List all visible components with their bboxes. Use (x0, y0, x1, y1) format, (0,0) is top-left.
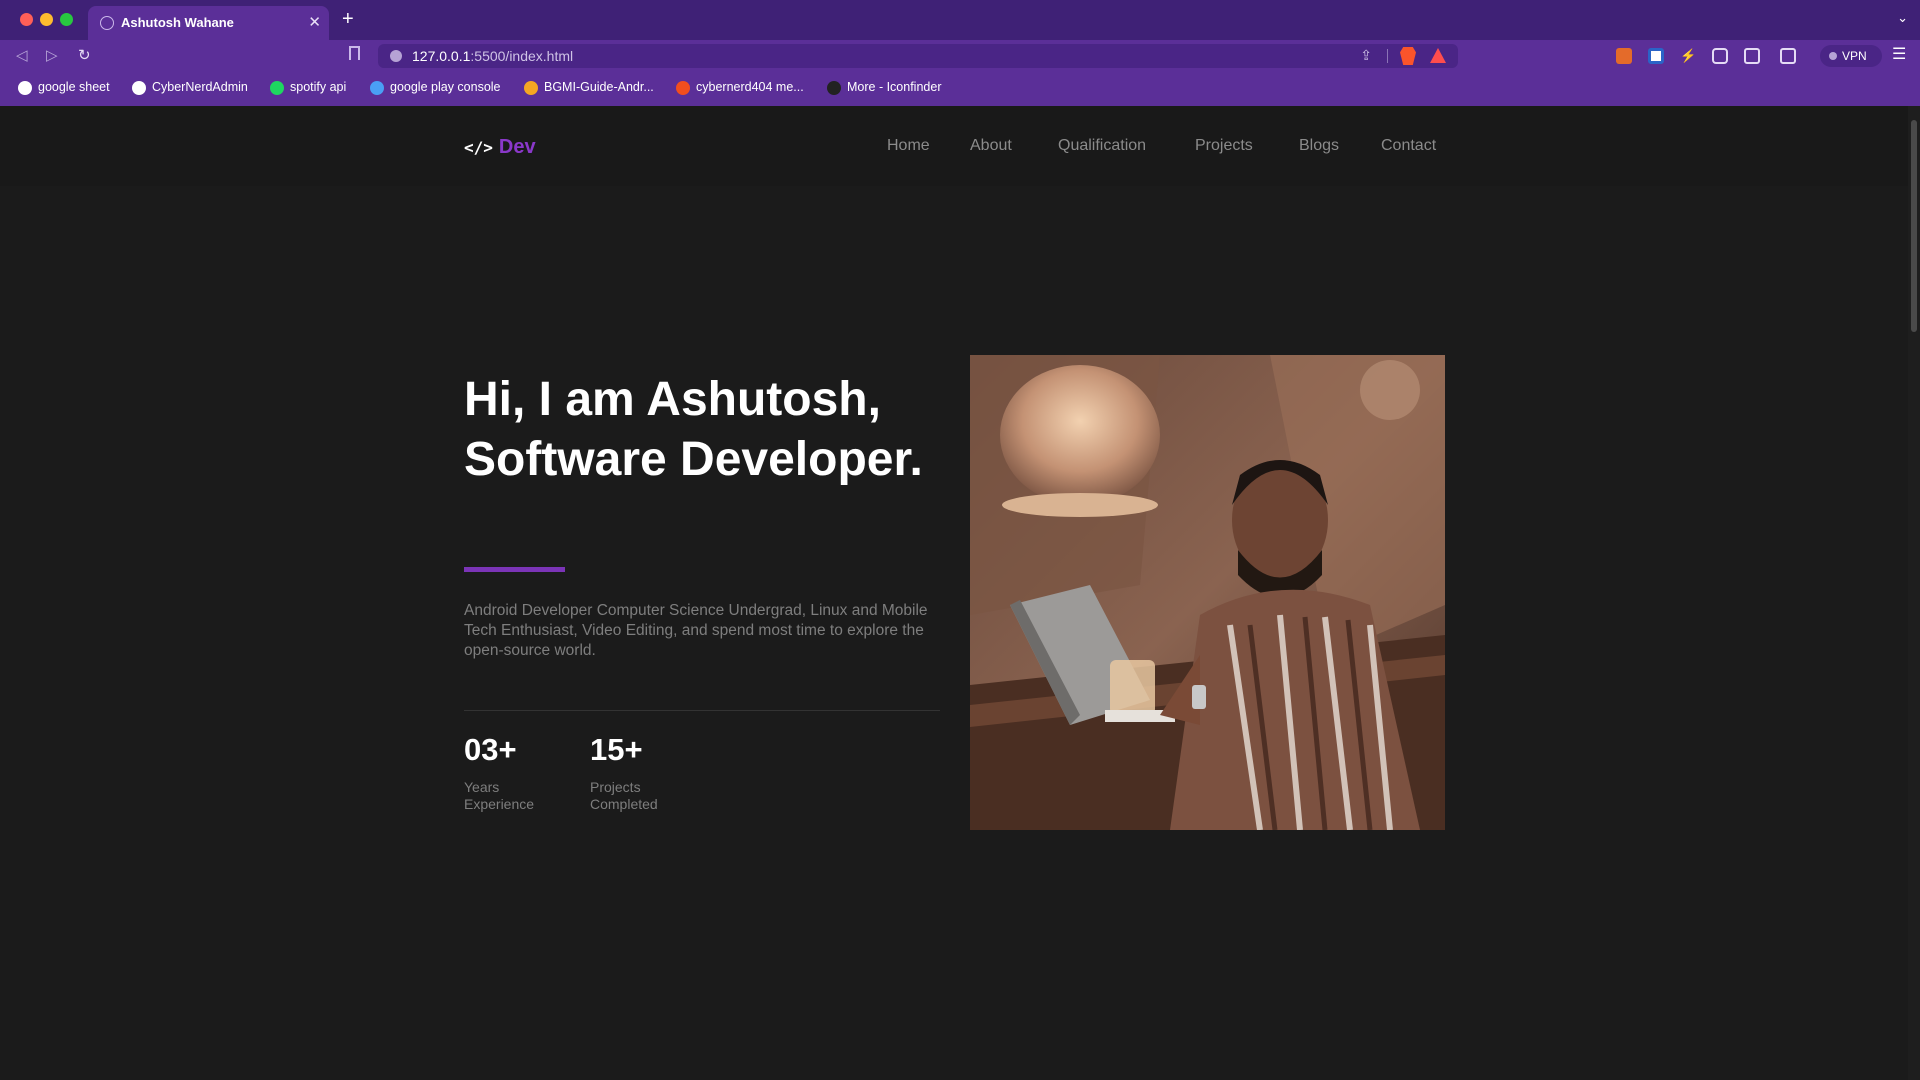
bookmark-item[interactable]: More - Iconfinder (827, 80, 941, 95)
tab-list-chevron-icon[interactable]: ⌄ (1897, 10, 1908, 26)
url-divider (1387, 49, 1388, 63)
divider (464, 710, 940, 711)
bookmark-item[interactable]: CyberNerdAdmin (132, 80, 248, 95)
play-console-icon (370, 81, 384, 95)
brave-shields-icon[interactable] (1400, 47, 1416, 65)
google-icon (18, 81, 32, 95)
stat-projects-label: Projects Completed (590, 779, 658, 812)
flame-icon (524, 81, 538, 95)
stat-years-value: 03+ (464, 732, 517, 767)
wallet-icon[interactable] (1780, 48, 1796, 64)
extension-fox-icon[interactable] (1616, 48, 1632, 64)
tab-title: Ashutosh Wahane (121, 15, 234, 30)
site-info-icon[interactable] (390, 50, 402, 62)
menu-icon[interactable]: ☰ (1892, 44, 1906, 64)
address-bar[interactable]: 127.0.0.1:5500/index.html ⇪ (378, 44, 1458, 68)
globe-icon (132, 81, 146, 95)
hero-description: Android Developer Computer Science Under… (464, 602, 928, 659)
nav-blogs[interactable]: Blogs (1299, 137, 1339, 155)
forward-button[interactable]: ▷ (46, 46, 58, 64)
extensions-puzzle-icon[interactable] (1712, 48, 1728, 64)
browser-chrome: Ashutosh Wahane ✕ + ⌄ ◁ ▷ ↻ 127.0.0.1:55… (0, 0, 1920, 106)
site-header: </> Dev Home About Qualification Projects… (0, 106, 1908, 186)
hero-title: Hi, I am Ashutosh, Software Developer. (464, 373, 923, 486)
accent-underline (464, 567, 565, 572)
spotify-icon (270, 81, 284, 95)
new-tab-button[interactable]: + (342, 8, 354, 31)
vpn-button[interactable]: VPN (1820, 45, 1882, 67)
figma-icon (676, 81, 690, 95)
sidebar-icon[interactable] (1744, 48, 1760, 64)
bookmark-icon[interactable] (349, 46, 360, 60)
bookmark-item[interactable]: spotify api (270, 80, 346, 95)
share-icon[interactable]: ⇪ (1360, 47, 1372, 64)
web-page: </> Dev Home About Qualification Projects… (0, 106, 1920, 1080)
url-host: 127.0.0.1 (412, 48, 471, 64)
tab-active[interactable]: Ashutosh Wahane ✕ (88, 6, 329, 40)
nav-home[interactable]: Home (887, 137, 930, 155)
globe-icon (100, 16, 114, 30)
nav-qualification[interactable]: Qualification (1058, 137, 1146, 155)
code-icon: </> (464, 138, 493, 157)
maximize-window-button[interactable] (60, 13, 73, 26)
stat-projects-value: 15+ (590, 732, 643, 767)
close-window-button[interactable] (20, 13, 33, 26)
page-scrollbar[interactable] (1908, 106, 1920, 1080)
nav-about[interactable]: About (970, 137, 1012, 155)
profile-photo-illustration (970, 355, 1445, 830)
bookmarks-bar: google sheet CyberNerdAdmin spotify api … (0, 78, 1920, 104)
back-button[interactable]: ◁ (16, 46, 28, 64)
site-logo[interactable]: </> Dev (464, 136, 536, 159)
scrollbar-thumb[interactable] (1911, 120, 1917, 332)
iconfinder-icon (827, 81, 841, 95)
url-text[interactable]: 127.0.0.1:5500/index.html (412, 48, 573, 64)
stat-years-label: Years Experience (464, 779, 535, 812)
extension-red-icon[interactable]: ⚡ (1680, 48, 1696, 64)
minimize-window-button[interactable] (40, 13, 53, 26)
nav-contact[interactable]: Contact (1381, 137, 1436, 155)
brave-rewards-icon[interactable] (1430, 48, 1446, 63)
tab-close-icon[interactable]: ✕ (308, 13, 321, 31)
nav-projects[interactable]: Projects (1195, 137, 1253, 155)
bookmark-item[interactable]: google play console (370, 80, 501, 95)
profile-photo (970, 355, 1445, 830)
bookmark-item[interactable]: google sheet (18, 80, 110, 95)
reload-button[interactable]: ↻ (78, 46, 91, 64)
url-path: :5500/index.html (470, 48, 574, 64)
logo-text: Dev (498, 136, 536, 158)
bookmark-item[interactable]: BGMI-Guide-Andr... (524, 80, 654, 95)
extension-window-icon[interactable] (1648, 48, 1664, 64)
tab-bar: Ashutosh Wahane ✕ + ⌄ (0, 0, 1920, 40)
bookmark-item[interactable]: cybernerd404 me... (676, 80, 804, 95)
